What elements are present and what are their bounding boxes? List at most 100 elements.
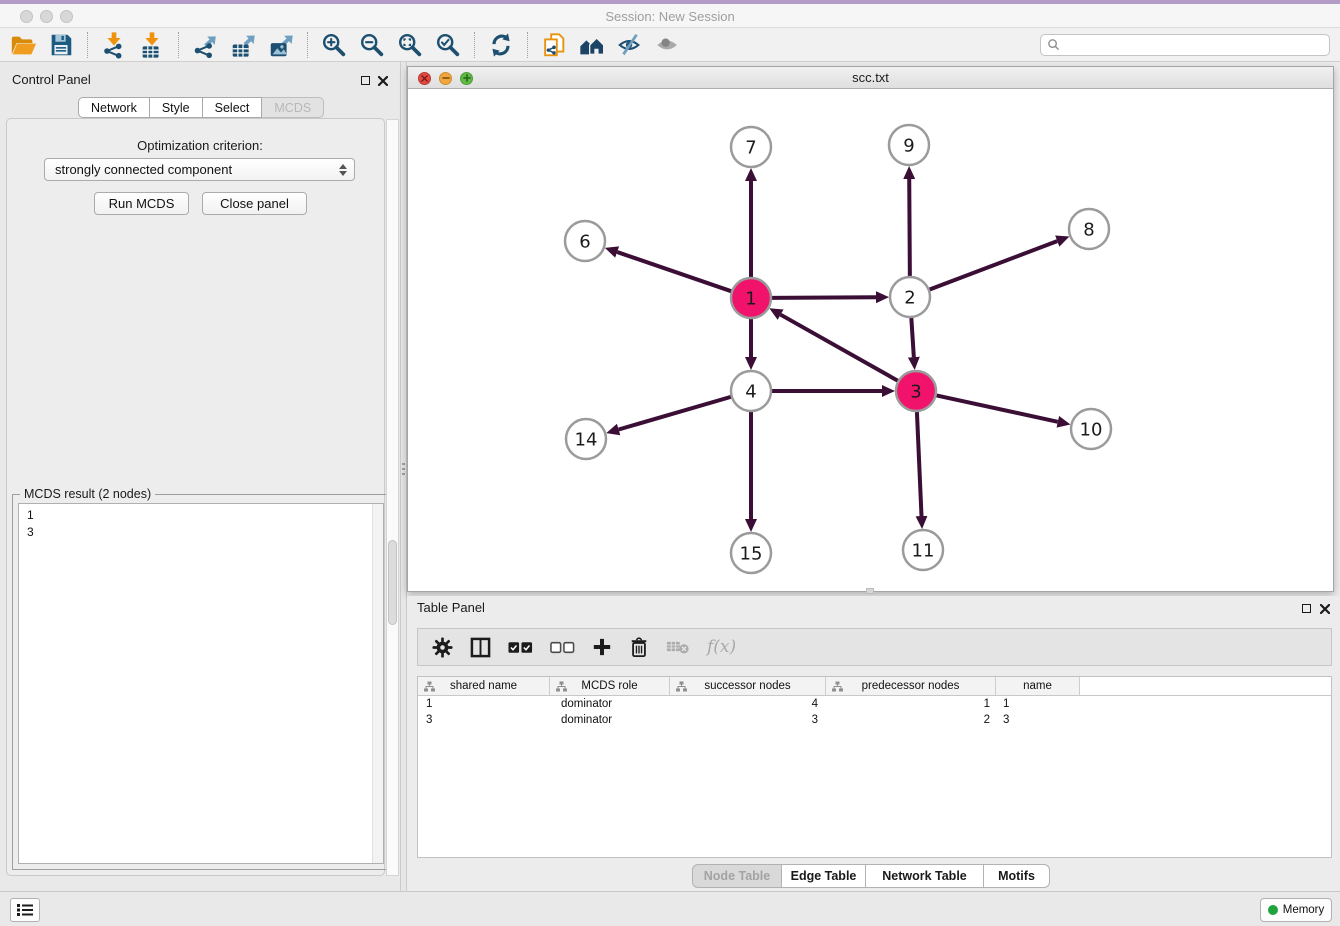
cell-name[interactable]: 3 <box>996 712 1080 728</box>
toolbar-separator <box>307 32 308 58</box>
graph-edge-3-1[interactable] <box>781 315 898 381</box>
column-hierarchy-icon <box>676 681 687 695</box>
table-settings-icon[interactable] <box>432 637 453 658</box>
graph-edge-3-10[interactable] <box>937 395 1058 421</box>
split-divider[interactable] <box>400 62 407 891</box>
tab-network-table[interactable]: Network Table <box>866 864 984 888</box>
network-view-window: scc.txt 1234678910111415 <box>407 66 1334 592</box>
cell-successor-nodes[interactable]: 3 <box>670 712 826 728</box>
dropdown-stepper-icon <box>339 164 347 176</box>
tab-edge-table[interactable]: Edge Table <box>782 864 866 888</box>
refresh-icon[interactable] <box>482 30 520 60</box>
delete-columns-icon[interactable] <box>629 637 649 658</box>
criterion-dropdown[interactable]: strongly connected component <box>44 158 355 181</box>
show-all-icon[interactable] <box>649 30 687 60</box>
graph-node-label: 11 <box>912 540 935 561</box>
float-table-panel-icon[interactable] <box>1302 604 1311 613</box>
scrollbar-handle[interactable] <box>388 540 397 625</box>
result-scrollbar[interactable] <box>372 504 383 863</box>
function-builder-icon[interactable]: f(x) <box>707 637 736 657</box>
node-table: shared name MCDS role successor nodes pr… <box>417 676 1332 858</box>
column-hierarchy-icon <box>832 681 843 695</box>
export-image-icon[interactable] <box>262 30 300 60</box>
column-header-predecessor-nodes[interactable]: predecessor nodes <box>826 677 996 696</box>
cell-name[interactable]: 1 <box>996 696 1080 712</box>
control-panel-scrollbar[interactable] <box>386 119 399 876</box>
zoom-selected-icon[interactable] <box>429 30 467 60</box>
tab-select[interactable]: Select <box>203 97 263 118</box>
export-table-icon[interactable] <box>224 30 262 60</box>
tab-style[interactable]: Style <box>150 97 203 118</box>
import-network-icon[interactable] <box>95 30 133 60</box>
graph-edge-4-14[interactable] <box>619 397 731 430</box>
zoom-out-icon[interactable] <box>353 30 391 60</box>
tab-node-table[interactable]: Node Table <box>692 864 782 888</box>
table-row[interactable]: 3 dominator 3 2 3 <box>418 712 1331 728</box>
table-header-row: shared name MCDS role successor nodes pr… <box>418 677 1331 696</box>
mcds-result-group: MCDS result (2 nodes) 1 3 <box>12 494 390 870</box>
graph-node-label: 10 <box>1080 419 1103 440</box>
tab-motifs[interactable]: Motifs <box>984 864 1050 888</box>
add-column-icon[interactable] <box>592 637 612 657</box>
search-input[interactable] <box>1060 36 1329 54</box>
export-network-icon[interactable] <box>186 30 224 60</box>
main-toolbar <box>0 28 1340 62</box>
tab-network[interactable]: Network <box>78 97 150 118</box>
float-panel-icon[interactable] <box>361 76 370 85</box>
close-panel-button[interactable]: Close panel <box>202 192 307 215</box>
cell-predecessor-nodes[interactable]: 2 <box>826 712 996 728</box>
cell-mcds-role[interactable]: dominator <box>550 712 670 728</box>
task-history-button[interactable] <box>10 898 40 922</box>
graph-edge-2-3[interactable] <box>911 318 913 357</box>
graph-edge-2-8[interactable] <box>930 241 1058 289</box>
table-panel: Table Panel <box>407 596 1340 891</box>
table-toolbar: f(x) <box>417 628 1332 666</box>
cell-shared-name[interactable]: 1 <box>418 696 550 712</box>
column-header-successor-nodes[interactable]: successor nodes <box>670 677 826 696</box>
toggle-panel-icon[interactable] <box>470 637 491 658</box>
cell-predecessor-nodes[interactable]: 1 <box>826 696 996 712</box>
graph-node-label: 2 <box>904 287 915 308</box>
memory-label: Memory <box>1283 904 1325 916</box>
status-bar: Memory <box>0 891 1340 926</box>
open-session-icon[interactable] <box>4 30 42 60</box>
network-canvas[interactable]: 1234678910111415 <box>408 89 1333 591</box>
result-line: 1 <box>27 507 383 524</box>
graph-edge-2-9[interactable] <box>909 179 910 276</box>
toolbar-search[interactable] <box>1040 34 1330 56</box>
duplicate-network-icon[interactable] <box>535 30 573 60</box>
deselect-all-icon[interactable] <box>550 641 575 654</box>
save-session-icon[interactable] <box>42 30 80 60</box>
zoom-in-icon[interactable] <box>315 30 353 60</box>
network-graph: 1234678910111415 <box>408 89 1333 591</box>
close-panel-icon[interactable] <box>378 76 388 86</box>
horizontal-split-handle[interactable] <box>866 588 874 594</box>
cell-successor-nodes[interactable]: 4 <box>670 696 826 712</box>
cell-shared-name[interactable]: 3 <box>418 712 550 728</box>
graph-node-label: 8 <box>1083 219 1094 240</box>
import-table-icon[interactable] <box>133 30 171 60</box>
optimization-criterion-label: Optimization criterion: <box>0 138 400 153</box>
toolbar-separator <box>474 32 475 58</box>
first-neighbors-icon[interactable] <box>573 30 611 60</box>
close-table-panel-icon[interactable] <box>1320 604 1330 614</box>
column-header-mcds-role[interactable]: MCDS role <box>550 677 670 696</box>
cell-mcds-role[interactable]: dominator <box>550 696 670 712</box>
network-window-titlebar[interactable]: scc.txt <box>408 67 1333 89</box>
graph-node-label: 9 <box>903 135 914 156</box>
mcds-result-text[interactable]: 1 3 <box>18 503 384 864</box>
graph-edge-3-11[interactable] <box>917 412 922 516</box>
zoom-fit-icon[interactable] <box>391 30 429 60</box>
hide-selected-icon[interactable] <box>611 30 649 60</box>
select-all-icon[interactable] <box>508 641 533 654</box>
run-mcds-button[interactable]: Run MCDS <box>94 192 189 215</box>
tab-mcds[interactable]: MCDS <box>262 97 324 118</box>
result-line: 3 <box>27 524 383 541</box>
column-header-name[interactable]: name <box>996 677 1080 696</box>
table-row[interactable]: 1 dominator 4 1 1 <box>418 696 1331 712</box>
memory-button[interactable]: Memory <box>1260 898 1332 922</box>
graph-edge-1-6[interactable] <box>617 252 731 291</box>
column-header-shared-name[interactable]: shared name <box>418 677 550 696</box>
graph-edge-1-2[interactable] <box>772 297 876 298</box>
delete-table-icon[interactable] <box>666 639 690 655</box>
